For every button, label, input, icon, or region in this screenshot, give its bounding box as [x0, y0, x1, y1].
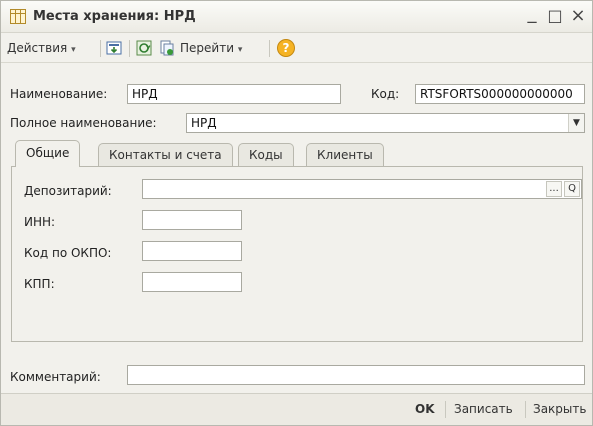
tab-general[interactable]: Общие [15, 140, 81, 167]
comment-label: Комментарий: [10, 370, 101, 384]
kpp-label: КПП: [24, 277, 55, 291]
goto-menu-button[interactable]: Перейти ▾ [180, 39, 242, 58]
refresh-icon[interactable] [136, 40, 152, 56]
maximize-button[interactable]: □ [545, 6, 565, 26]
toolbar: Действия ▾ Перейти ▾ ? [1, 34, 592, 63]
ok-button[interactable]: OK [415, 402, 435, 416]
window-title: Места хранения: НРД [33, 9, 196, 24]
okpo-label: Код по ОКПО: [24, 246, 112, 260]
fullname-value: НРД [191, 116, 217, 130]
kpp-field[interactable] [142, 272, 242, 292]
close-button[interactable]: Закрыть [533, 402, 586, 416]
help-icon[interactable]: ? [277, 39, 295, 57]
tab-clients[interactable]: Клиенты [306, 143, 384, 167]
button-divider [525, 401, 526, 418]
code-field[interactable]: RTSFORTS000000000000 [415, 84, 585, 104]
dropdown-arrow-icon[interactable]: ▼ [568, 114, 584, 132]
button-divider [445, 401, 446, 418]
toolbar-divider [100, 40, 101, 57]
search-icon[interactable]: Q [564, 181, 580, 197]
tab-codes[interactable]: Коды [238, 143, 294, 167]
fullname-field[interactable]: НРД ▼ [186, 113, 585, 133]
tab-panel-general: Депозитарий: ... Q ИНН: Код по ОКПО: КПП… [11, 166, 583, 342]
storage-location-window: Места хранения: НРД _ □ × Действия ▾ Пер… [0, 0, 593, 426]
code-label: Код: [371, 87, 400, 101]
inn-field[interactable] [142, 210, 242, 230]
minimize-button[interactable]: _ [522, 4, 542, 24]
tab-contacts-accounts[interactable]: Контакты и счета [98, 143, 233, 167]
actions-menu-label: Действия [7, 41, 68, 55]
catalog-table-icon [10, 9, 26, 24]
inn-label: ИНН: [24, 215, 56, 229]
toolbar-divider [269, 40, 270, 57]
chevron-down-icon: ▾ [237, 45, 243, 55]
okpo-field[interactable] [142, 241, 242, 261]
comment-field[interactable] [127, 365, 585, 385]
copy-document-icon[interactable] [159, 40, 175, 56]
depository-label: Депозитарий: [24, 184, 112, 198]
title-bar: Места хранения: НРД _ □ × [1, 1, 592, 33]
fullname-label: Полное наименование: [10, 116, 157, 130]
bottom-button-bar: OK Записать Закрыть [1, 393, 592, 425]
close-window-button[interactable]: × [568, 6, 588, 26]
name-field[interactable]: НРД [127, 84, 341, 104]
save-to-base-icon[interactable] [106, 40, 122, 56]
save-button[interactable]: Записать [454, 402, 513, 416]
toolbar-divider [129, 40, 130, 57]
actions-menu-button[interactable]: Действия ▾ [7, 39, 76, 58]
depository-field[interactable]: ... Q [142, 179, 582, 199]
select-ellipsis-button[interactable]: ... [546, 181, 562, 197]
name-label: Наименование: [10, 87, 108, 101]
goto-menu-label: Перейти [180, 41, 234, 55]
chevron-down-icon: ▾ [71, 45, 76, 55]
